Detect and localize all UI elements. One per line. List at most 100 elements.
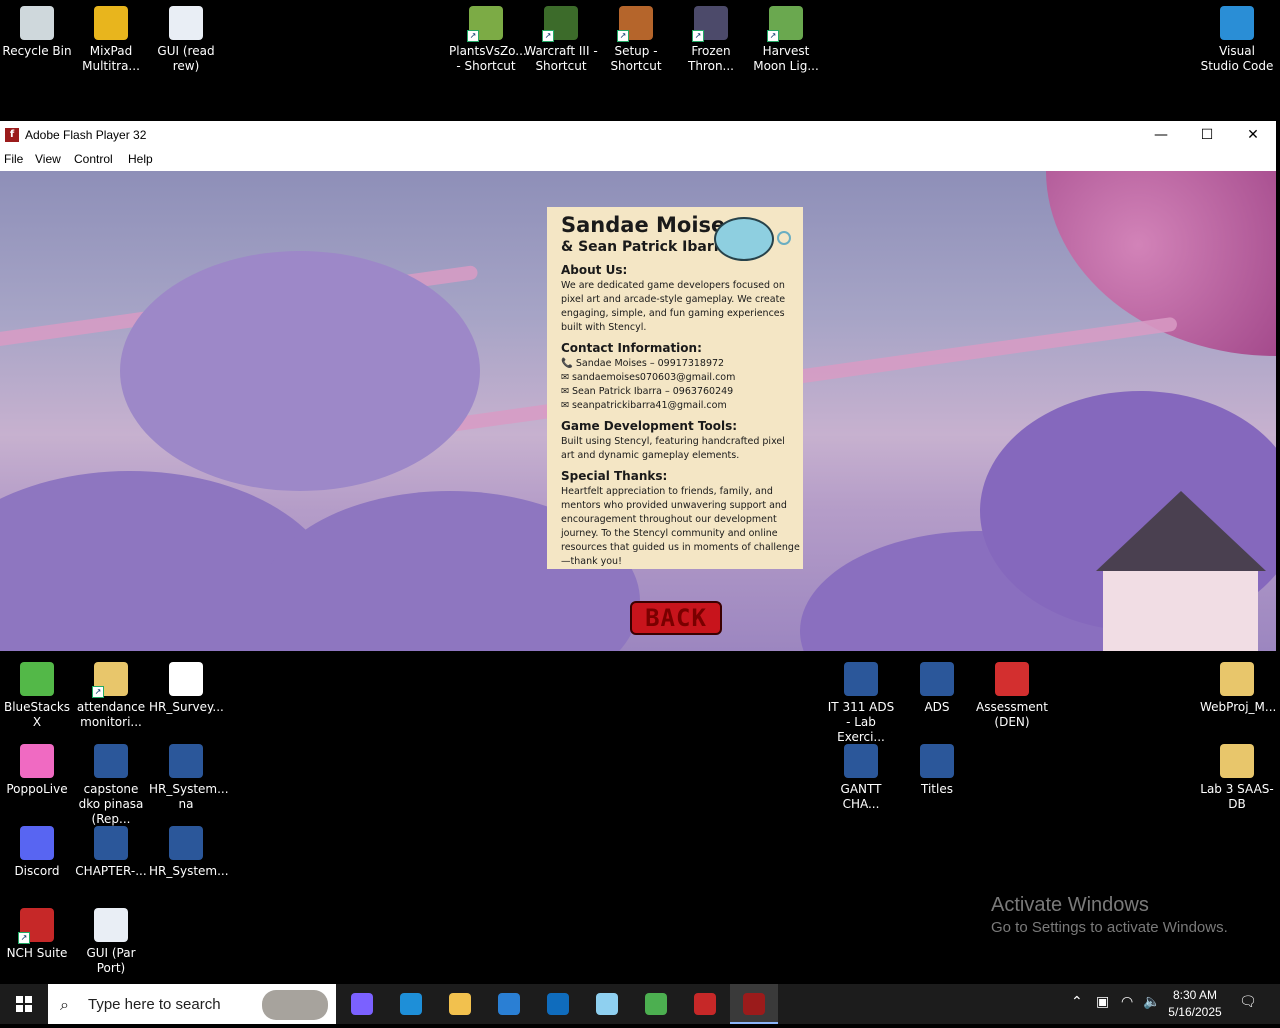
edge-icon [400, 993, 422, 1015]
desktop-icon-label: GUI (read rew) [157, 44, 215, 73]
minimize-button[interactable]: — [1138, 121, 1184, 149]
desktop-icon-label: PlantsVsZo... - Shortcut [449, 44, 527, 73]
desktop-icon[interactable]: MixPad Multitra... [74, 6, 148, 74]
desktop-icon[interactable]: ↗ NCH Suite [0, 908, 74, 961]
shortcut-arrow-icon: ↗ [692, 30, 704, 42]
desktop-icon-label: Frozen Thron... [688, 44, 734, 73]
flash-player-icon: f [5, 128, 19, 142]
desktop-icon[interactable]: WebProj_M... [1200, 662, 1277, 715]
network-icon[interactable]: ◠ [1121, 994, 1133, 1010]
activate-windows-subtitle[interactable]: Go to Settings to activate Windows. [991, 919, 1228, 936]
outlook-icon [547, 993, 569, 1015]
desktop-icon[interactable]: ↗ PlantsVsZo... - Shortcut [449, 6, 527, 74]
title-bar[interactable]: f Adobe Flash Player 32 — ☐ ✕ [0, 121, 1276, 149]
slime-mascot-icon [714, 217, 774, 261]
taskbar-flash-player-button[interactable] [730, 984, 778, 1024]
warcraft-icon: ↗ [542, 6, 578, 42]
desktop-icon[interactable]: GUI (Par Port) [74, 908, 148, 976]
device-icon[interactable]: ▣ [1096, 994, 1109, 1010]
search-icon: ⌕ [60, 995, 69, 1014]
castle-roof [1096, 491, 1266, 571]
search-box[interactable]: ⌕ Type here to search [48, 984, 336, 1024]
chrome-icon [645, 993, 667, 1015]
desktop-icon[interactable]: ↗ attendance monitori... [74, 662, 148, 730]
taskbar-chrome-button[interactable] [632, 984, 680, 1024]
game-app-icon [596, 993, 618, 1015]
microsoft-store-icon [498, 993, 520, 1015]
desktop-icon[interactable]: ADS [900, 662, 974, 715]
desktop-icon-label: HR_Survey... [149, 700, 224, 714]
close-button[interactable]: ✕ [1230, 121, 1276, 149]
desktop-icon-label: Recycle Bin [2, 44, 72, 58]
desktop-icon[interactable]: ↗ Harvest Moon Lig... [749, 6, 823, 74]
folder-icon [1220, 744, 1254, 778]
desktop-icon[interactable]: Discord [0, 826, 74, 879]
desktop-icon-label: HR_System... [149, 864, 229, 878]
contact-item: 📞 Sandae Moises – 09917318972 [561, 358, 725, 369]
thanks-text: Heartfelt appreciation to friends, famil… [561, 486, 800, 567]
start-button[interactable] [0, 984, 48, 1024]
desktop-icon[interactable]: HR_System... na [149, 744, 229, 812]
taskbar-microsoft-store-button[interactable] [485, 984, 533, 1024]
desktop-icon[interactable]: ↗ Frozen Thron... [674, 6, 748, 74]
capcut-icon [694, 993, 716, 1015]
taskbar-capcut-button[interactable] [681, 984, 729, 1024]
desktop-icon[interactable]: Visual Studio Code [1200, 6, 1274, 74]
clock-time: 8:30 AM [1172, 988, 1218, 1002]
menu-control[interactable]: Control [74, 152, 113, 166]
desktop-icon-label: Visual Studio Code [1200, 44, 1274, 73]
credits-panel: Sandae Moises & Sean Patrick Ibarra Abou… [547, 207, 803, 569]
desktop-icon[interactable]: Recycle Bin [0, 6, 74, 59]
developer-name-1: Sandae Moises [561, 213, 738, 237]
desktop-icon[interactable]: ↗ Warcraft III - Shortcut [524, 6, 598, 74]
desktop-icon[interactable]: ↗ Setup - Shortcut [599, 6, 673, 74]
contact-item: ✉ Sean Patrick Ibarra – 0963760249 [561, 386, 734, 397]
cloud [120, 251, 480, 491]
menu-view[interactable]: View [35, 152, 61, 166]
shortcut-arrow-icon: ↗ [767, 30, 779, 42]
desktop-icon-label: ADS [924, 700, 950, 714]
desktop-icon-label: WebProj_M... [1200, 700, 1277, 714]
desktop-icon[interactable]: GUI (read rew) [149, 6, 223, 74]
taskbar-file-explorer-button[interactable] [436, 984, 484, 1024]
window-title: Adobe Flash Player 32 [25, 128, 147, 142]
frozen-throne-icon: ↗ [692, 6, 728, 42]
word-doc-icon [169, 826, 203, 860]
desktop-icon[interactable]: Lab 3 SAAS-DB [1200, 744, 1274, 812]
desktop-icon[interactable]: Titles [900, 744, 974, 797]
desktop-icon-label: MixPad Multitra... [82, 44, 140, 73]
desktop-icon[interactable]: PoppoLive [0, 744, 74, 797]
maximize-button[interactable]: ☐ [1184, 121, 1230, 149]
desktop-icon[interactable]: HR_Survey... [149, 662, 224, 715]
thanks-heading: Special Thanks: [561, 469, 668, 483]
back-button[interactable]: BACK [630, 601, 722, 635]
taskbar-copilot-button[interactable] [338, 984, 386, 1024]
desktop-icon-label: Setup - Shortcut [610, 44, 662, 73]
notification-icon[interactable]: 🗨 [1239, 994, 1257, 1010]
menu-help[interactable]: Help [128, 152, 153, 166]
desktop-icon[interactable]: capstone dko pinasa (Rep... [74, 744, 148, 827]
taskbar-outlook-button[interactable] [534, 984, 582, 1024]
folder-icon: ↗ [92, 662, 128, 698]
shortcut-arrow-icon: ↗ [542, 30, 554, 42]
desktop-icon-label: Discord [14, 864, 60, 878]
desktop-icon[interactable]: BlueStacks X [0, 662, 74, 730]
desktop-icon[interactable]: CHAPTER-... [74, 826, 148, 879]
menu-file[interactable]: File [4, 152, 23, 166]
castle-tower [1103, 571, 1258, 651]
clock[interactable]: 8:30 AM 5/16/2025 [1166, 987, 1224, 1021]
taskbar-game-app-button[interactable] [583, 984, 631, 1024]
desktop-icon[interactable]: IT 311 ADS - Lab Exerci... [824, 662, 898, 745]
folder-icon [1220, 662, 1254, 696]
desktop-icon[interactable]: GANTT CHA... [824, 744, 898, 812]
desktop-icon[interactable]: HR_System... [149, 826, 229, 879]
chevron-up-icon[interactable]: ⌃ [1071, 994, 1083, 1010]
desktop-icon-label: HR_System... na [149, 782, 229, 811]
desktop-icon[interactable]: Assessment (DEN) [975, 662, 1049, 730]
contact-item: ✉ sandaemoises070603@gmail.com [561, 372, 736, 383]
volume-icon[interactable]: 🔈 [1143, 994, 1160, 1010]
desktop-icon-label: Lab 3 SAAS-DB [1200, 782, 1274, 811]
about-text: We are dedicated game developers focused… [561, 280, 786, 333]
flash-player-window: f Adobe Flash Player 32 — ☐ ✕ File View … [0, 121, 1276, 651]
taskbar-edge-button[interactable] [387, 984, 435, 1024]
